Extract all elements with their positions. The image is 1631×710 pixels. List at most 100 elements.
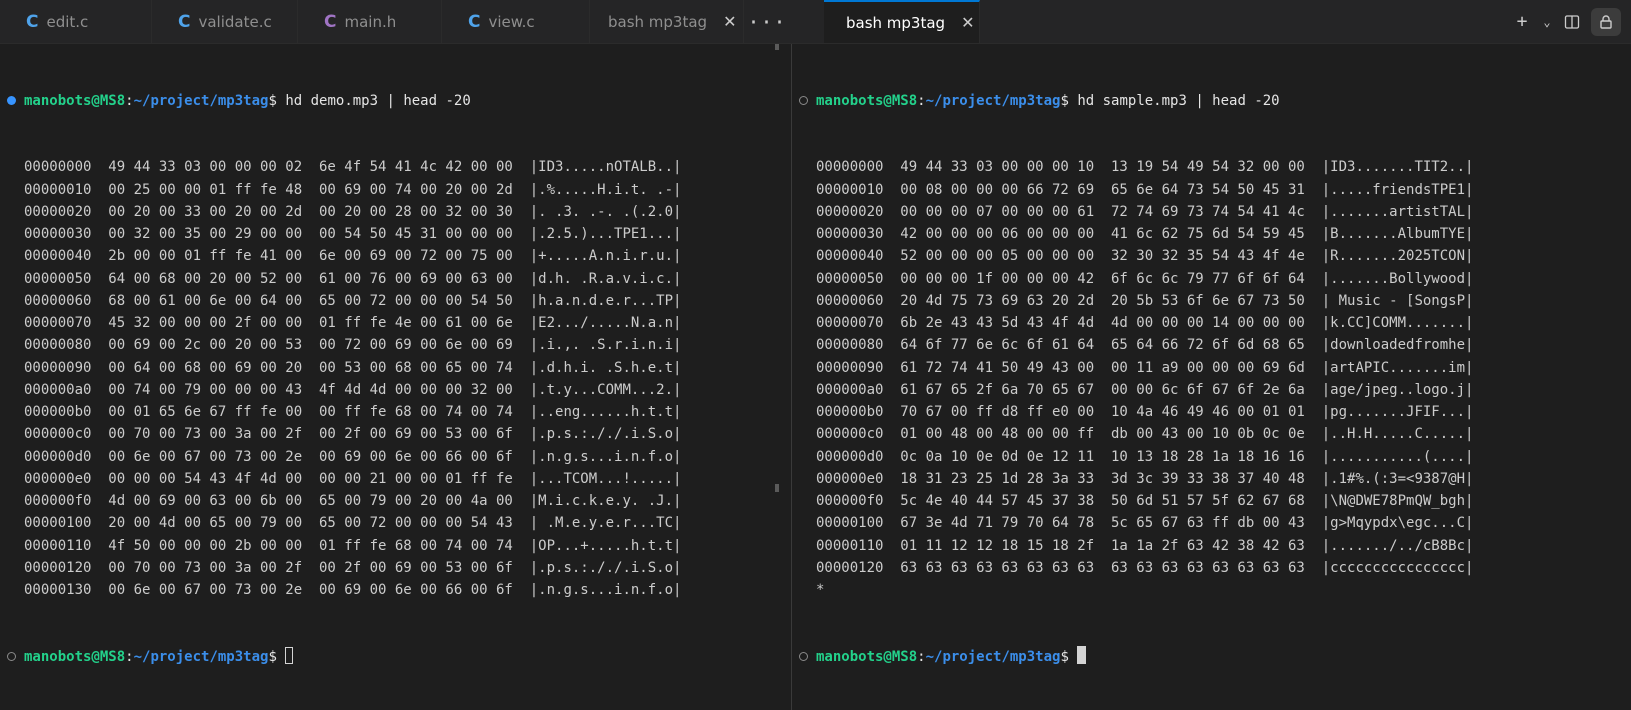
right-terminal[interactable]: manobots@MS8:~/project/mp3tag$ hd sample… [792, 44, 1631, 710]
output-line: 00000020 00 20 00 33 00 20 00 2d 00 20 0… [24, 203, 682, 220]
output-line: 000000c0 00 70 00 73 00 3a 00 2f 00 2f 0… [24, 426, 682, 443]
output-line: 00000120 63 63 63 63 63 63 63 63 63 63 6… [816, 559, 1474, 576]
left-tab-bar: C edit.c C validate.c C main.h C view.c … [0, 0, 824, 44]
prompt-user: manobots@MS8 [24, 92, 126, 109]
terminal-actions: + ⌄ [1509, 0, 1631, 43]
prompt-line: manobots@MS8:~/project/mp3tag$ [0, 646, 778, 668]
prompt-path: ~/project/mp3tag [925, 648, 1061, 665]
prompt-user: manobots@MS8 [24, 648, 126, 665]
prompt-dollar: $ [1060, 92, 1069, 109]
output-line: 00000110 01 11 12 12 18 15 18 2f 1a 1a 2… [816, 537, 1474, 554]
output-line: 00000030 00 32 00 35 00 29 00 00 00 54 5… [24, 226, 682, 242]
output-line: 00000090 00 64 00 68 00 69 00 20 00 53 0… [24, 359, 682, 376]
output-line: 00000000 49 44 33 03 00 00 00 10 13 19 5… [816, 159, 1474, 176]
scrollbar-marker[interactable] [775, 484, 779, 492]
output-line: 00000020 00 00 00 07 00 00 00 61 72 74 6… [816, 203, 1474, 220]
output-line: * [816, 582, 825, 598]
output-line: 000000e0 00 00 00 54 43 4f 4d 00 00 00 2… [24, 470, 682, 487]
output-line: 000000a0 61 67 65 2f 6a 70 65 67 00 00 6… [816, 381, 1474, 398]
output-line: 00000100 20 00 4d 00 65 00 79 00 65 00 7… [24, 515, 682, 532]
output-line: 00000050 00 00 00 1f 00 00 00 42 6f 6c 6… [816, 270, 1474, 287]
more-actions-icon[interactable]: ··· [744, 0, 790, 43]
right-tab-bar: bash mp3tag ✕ + ⌄ [824, 0, 1631, 44]
output-line: 000000c0 01 00 48 00 48 00 00 ff db 00 4… [816, 426, 1474, 443]
prompt-path: ~/project/mp3tag [133, 648, 269, 665]
lock-button[interactable] [1591, 7, 1621, 36]
scrollbar-marker[interactable] [775, 44, 779, 50]
c-file-icon: C [178, 11, 191, 32]
split-icon [1564, 14, 1580, 29]
prompt-sep: : [125, 92, 134, 109]
output-line: 00000030 42 00 00 00 06 00 00 00 41 6c 6… [816, 226, 1474, 242]
output-line: 000000f0 4d 00 69 00 63 00 6b 00 65 00 7… [24, 493, 682, 509]
output-line: 00000000 49 44 33 03 00 00 00 02 6e 4f 5… [24, 159, 682, 176]
prompt-dollar: $ [268, 92, 277, 109]
output-line: 00000070 6b 2e 43 43 5d 43 4f 4d 4d 00 0… [816, 315, 1474, 331]
output-line: 00000060 20 4d 75 73 69 63 20 2d 20 5b 5… [816, 292, 1474, 309]
terminal-cursor [285, 646, 294, 664]
tab-edit-c[interactable]: C edit.c [0, 0, 152, 43]
output-line: 00000130 00 6e 00 67 00 73 00 2e 00 69 0… [24, 582, 682, 598]
close-icon[interactable]: ✕ [961, 13, 974, 32]
prompt-sep: : [917, 648, 926, 665]
output-line: 000000b0 00 01 65 6e 67 ff fe 00 00 ff f… [24, 404, 682, 420]
prompt-line: manobots@MS8:~/project/mp3tag$ hd demo.m… [0, 90, 778, 112]
prompt-dollar: $ [268, 648, 277, 665]
prompt-path: ~/project/mp3tag [925, 92, 1061, 109]
output-line: 00000100 67 3e 4d 71 79 70 64 78 5c 65 6… [816, 515, 1474, 532]
tab-view-c[interactable]: C view.c [442, 0, 590, 43]
lock-icon [1600, 14, 1612, 29]
command-status-icon [7, 95, 16, 105]
output-line: 00000040 52 00 00 00 05 00 00 00 32 30 3… [816, 248, 1474, 265]
tab-label: validate.c [198, 12, 272, 31]
chevron-down-icon[interactable]: ⌄ [1541, 8, 1553, 36]
output-line: 000000b0 70 67 00 ff d8 ff e0 00 10 4a 4… [816, 404, 1474, 420]
output-line: 000000f0 5c 4e 40 44 57 45 37 38 50 6d 5… [816, 493, 1474, 509]
prompt-sep: : [125, 648, 134, 665]
output-line: 00000080 00 69 00 2c 00 20 00 53 00 72 0… [24, 337, 682, 354]
prompt-line: manobots@MS8:~/project/mp3tag$ hd sample… [792, 90, 1631, 112]
command-status-icon [799, 95, 808, 105]
c-file-icon: C [468, 11, 481, 32]
output-line: 00000090 61 72 74 41 50 49 43 00 00 11 a… [816, 359, 1474, 376]
header-file-icon: C [324, 11, 337, 32]
output-line: 00000110 4f 50 00 00 00 2b 00 00 01 ff f… [24, 537, 682, 554]
left-terminal[interactable]: manobots@MS8:~/project/mp3tag$ hd demo.m… [0, 44, 778, 710]
tab-label: bash mp3tag [846, 13, 946, 32]
command-text: hd demo.mp3 | head -20 [276, 92, 471, 109]
prompt-line: manobots@MS8:~/project/mp3tag$ [792, 645, 1631, 668]
output-line: 00000070 45 32 00 00 00 2f 00 00 01 ff f… [24, 315, 682, 331]
prompt-sep: : [917, 92, 926, 109]
output-line: 000000a0 00 74 00 79 00 00 00 43 4f 4d 4… [24, 381, 682, 398]
tab-label: view.c [488, 12, 535, 31]
add-terminal-icon[interactable]: + [1509, 8, 1535, 36]
tab-terminal-bash-right[interactable]: bash mp3tag ✕ [824, 0, 980, 43]
output-lines: 00000000 49 44 33 03 00 00 00 10 13 19 5… [792, 156, 1631, 601]
command-status-icon [799, 651, 808, 661]
tab-terminal-bash-left[interactable]: bash mp3tag ✕ [590, 0, 744, 43]
output-line: 000000d0 00 6e 00 67 00 73 00 2e 00 69 0… [24, 448, 682, 465]
output-line: 00000010 00 08 00 00 00 66 72 69 65 6e 6… [816, 181, 1474, 198]
prompt-path: ~/project/mp3tag [133, 92, 269, 109]
tab-validate-c[interactable]: C validate.c [152, 0, 298, 43]
output-line: 00000050 64 00 68 00 20 00 52 00 61 00 7… [24, 270, 682, 287]
prompt-user: manobots@MS8 [816, 648, 918, 665]
command-text: hd sample.mp3 | head -20 [1068, 92, 1280, 109]
output-line: 00000120 00 70 00 73 00 3a 00 2f 00 2f 0… [24, 559, 682, 576]
output-line: 00000080 64 6f 77 6e 6c 6f 61 64 65 64 6… [816, 337, 1474, 354]
output-lines: 00000000 49 44 33 03 00 00 00 02 6e 4f 5… [0, 156, 778, 601]
tab-label: edit.c [46, 12, 89, 31]
prompt-user: manobots@MS8 [816, 92, 918, 109]
output-line: 00000010 00 25 00 00 01 ff fe 48 00 69 0… [24, 181, 682, 198]
output-line: 00000040 2b 00 00 01 ff fe 41 00 6e 00 6… [24, 248, 682, 265]
prompt-dollar: $ [1060, 648, 1069, 665]
tab-main-h[interactable]: C main.h [298, 0, 442, 43]
command-status-icon [7, 651, 16, 661]
output-line: 000000d0 0c 0a 10 0e 0d 0e 12 11 10 13 1… [816, 448, 1474, 465]
tab-label: main.h [344, 12, 397, 31]
close-icon[interactable]: ✕ [723, 12, 736, 31]
c-file-icon: C [26, 11, 39, 32]
split-editor-icon[interactable] [1559, 8, 1585, 36]
output-line: 000000e0 18 31 23 25 1d 28 3a 33 3d 3c 3… [816, 470, 1474, 487]
terminal-cursor [1077, 645, 1087, 664]
